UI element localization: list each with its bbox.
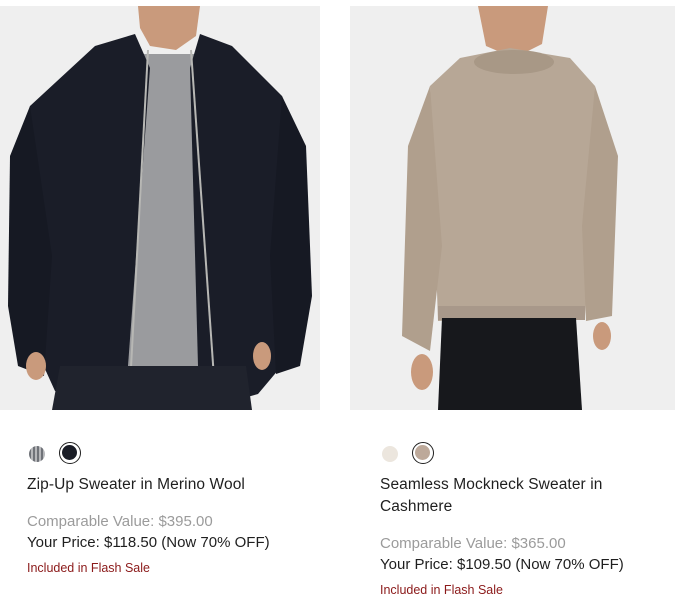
- product-photo: [0, 6, 320, 410]
- color-swatches: [380, 442, 434, 464]
- price-block: Comparable Value: $365.00 Your Price: $1…: [380, 533, 624, 599]
- price-block: Comparable Value: $395.00 Your Price: $1…: [27, 511, 270, 577]
- comparable-value: Comparable Value: $365.00: [380, 535, 566, 552]
- product-image-mockneck-sweater[interactable]: [350, 6, 675, 410]
- swatch-taupe[interactable]: [412, 442, 434, 464]
- product-title[interactable]: Zip-Up Sweater in Merino Wool: [27, 474, 310, 496]
- product-title[interactable]: Seamless Mockneck Sweater in Cashmere: [380, 474, 655, 518]
- flash-sale-label: Included in Flash Sale: [380, 583, 503, 597]
- swatch-navy[interactable]: [59, 442, 81, 464]
- product-image-zip-up-sweater[interactable]: [0, 6, 320, 410]
- flash-sale-label: Included in Flash Sale: [27, 561, 150, 575]
- swatch-color-navy: [62, 445, 77, 460]
- color-swatches: [27, 442, 81, 464]
- swatch-ivory[interactable]: [380, 444, 400, 464]
- your-price: Your Price: $109.50 (Now 70% OFF): [380, 556, 624, 573]
- comparable-value: Comparable Value: $395.00: [27, 513, 213, 530]
- swatch-color-grey: [29, 445, 45, 462]
- swatch-color-ivory: [382, 445, 398, 462]
- product-photo: [350, 6, 675, 410]
- swatch-color-taupe: [415, 445, 430, 460]
- your-price: Your Price: $118.50 (Now 70% OFF): [27, 534, 270, 551]
- swatch-grey-heather[interactable]: [27, 444, 47, 464]
